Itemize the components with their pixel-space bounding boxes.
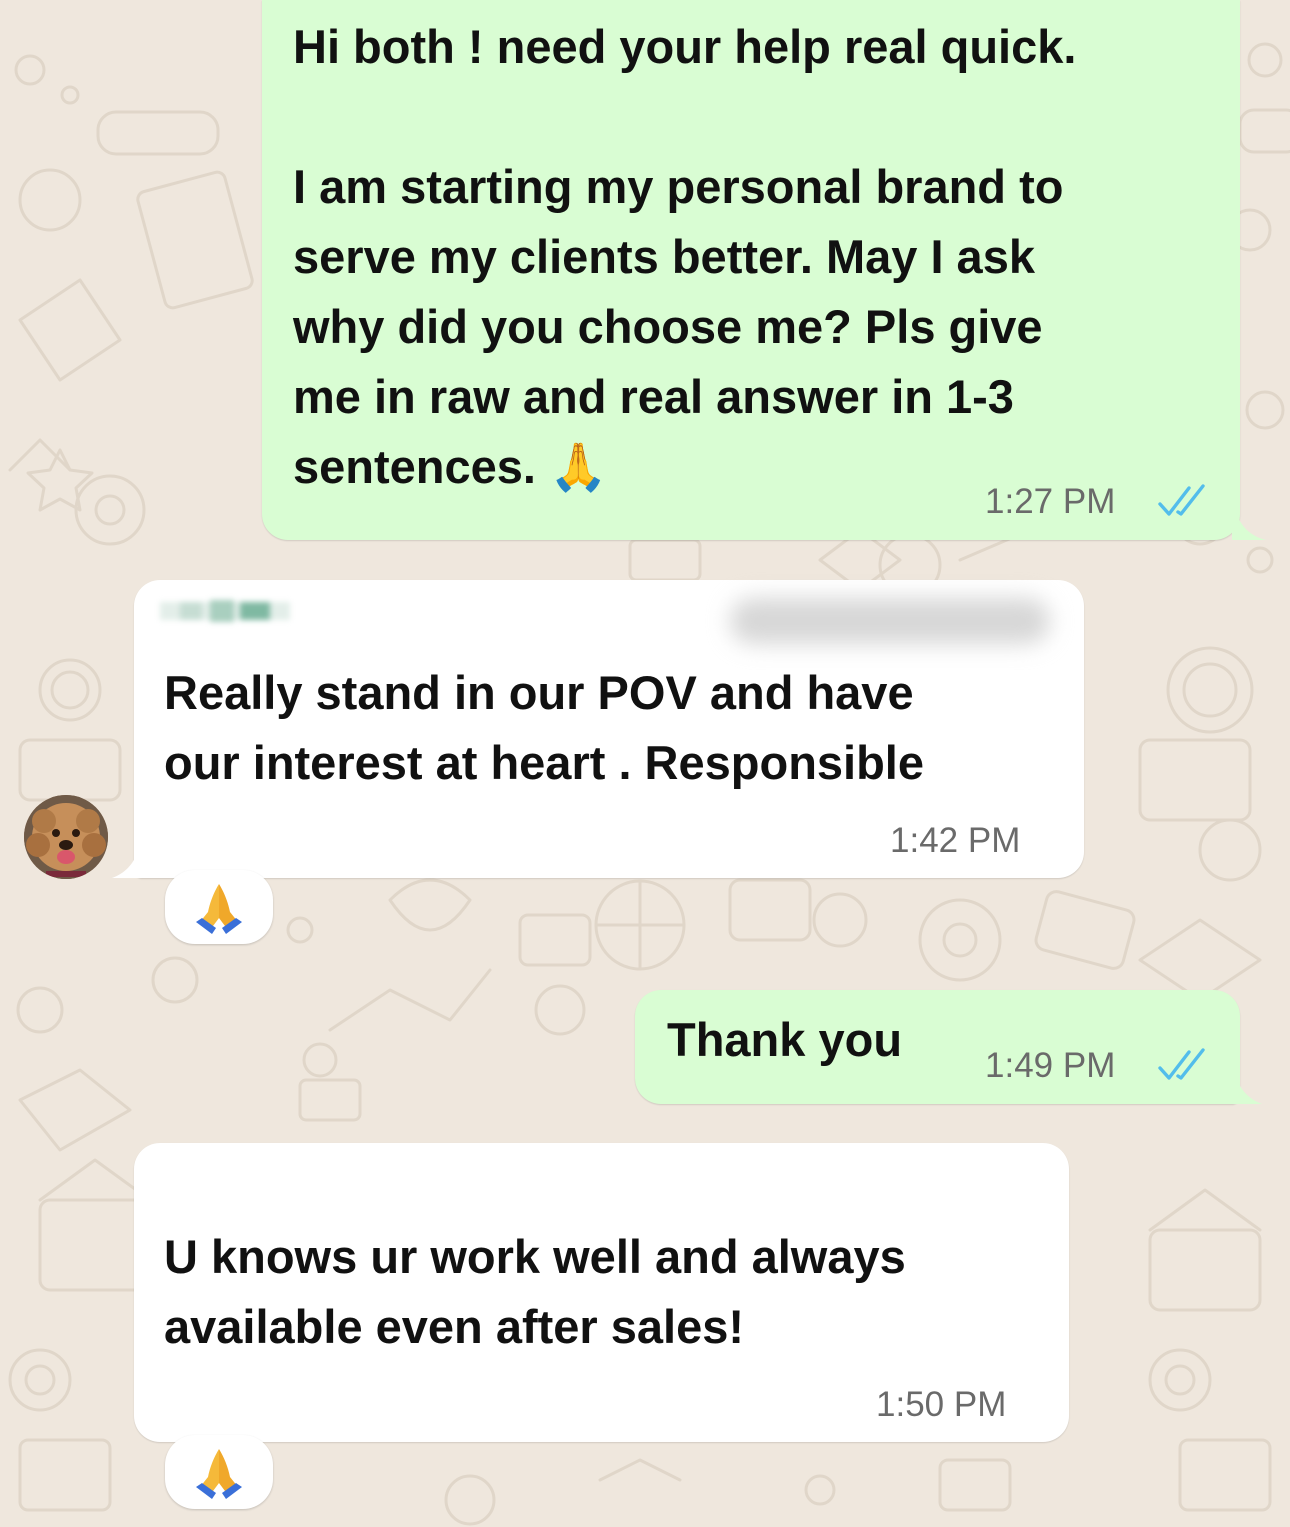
message-time: 1:27 PM [985, 482, 1116, 521]
bubble-tail [112, 836, 142, 878]
bubble-tail [1232, 500, 1266, 540]
double-check-icon [1158, 1048, 1205, 1080]
message-text: U knows ur work well and always availabl… [164, 1230, 906, 1353]
message-reaction[interactable] [165, 1435, 273, 1509]
message-time: 1:42 PM [890, 821, 1021, 860]
bubble-tail [1232, 1062, 1262, 1104]
message-text: Thank you [667, 1013, 903, 1066]
message-reaction[interactable] [165, 870, 273, 944]
message-text: Really stand in our POV and have our int… [164, 666, 925, 789]
double-check-icon [1158, 484, 1205, 516]
sender-name-redacted [160, 596, 290, 626]
dog-avatar-icon [24, 795, 108, 879]
avatar[interactable] [24, 795, 108, 879]
sender-phone-redacted [730, 598, 1050, 644]
folded-hands-emoji-icon [196, 884, 242, 934]
message-time: 1:49 PM [985, 1046, 1116, 1085]
message-text: Hi both ! need your help real quick. I a… [293, 20, 1077, 493]
folded-hands-emoji-icon [196, 1449, 242, 1499]
message-time: 1:50 PM [876, 1385, 1007, 1424]
